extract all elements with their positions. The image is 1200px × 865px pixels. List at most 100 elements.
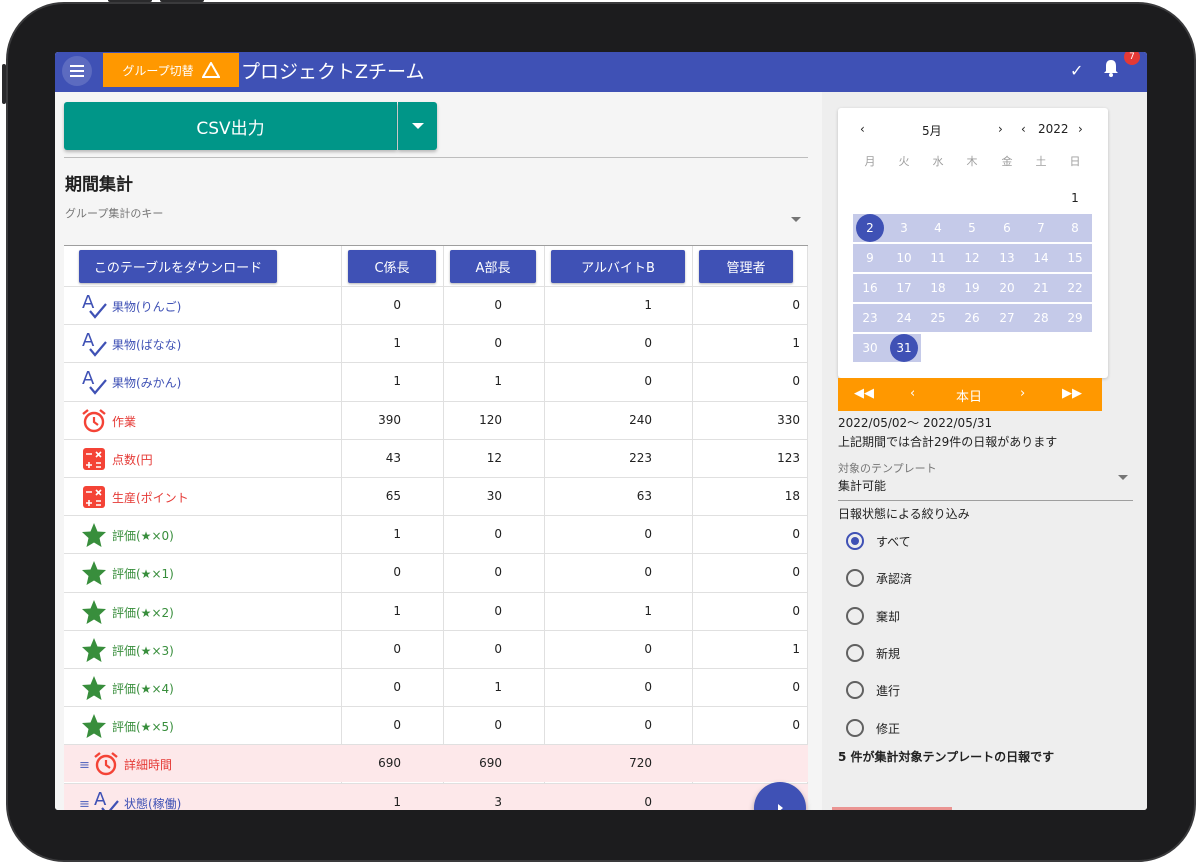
radio-button[interactable] <box>846 718 864 737</box>
calendar-day[interactable]: 1 <box>1058 183 1092 213</box>
calendar-day[interactable]: 9 <box>853 243 887 273</box>
radio-button[interactable] <box>846 681 864 700</box>
column-header[interactable]: C係長 <box>348 250 436 283</box>
download-table-button[interactable]: このテーブルをダウンロード <box>79 250 277 283</box>
calendar-day[interactable]: 18 <box>921 273 955 303</box>
calendar-day[interactable]: 11 <box>921 243 955 273</box>
calendar-day[interactable]: 21 <box>1024 273 1058 303</box>
app-screen: グループ切替 プロジェクトZチーム ✓ 7 CSV出力 期間集計 グループ集計の… <box>55 52 1147 810</box>
calendar-day[interactable]: 2 <box>853 213 887 243</box>
calendar-day[interactable]: 8 <box>1058 213 1092 243</box>
calendar-day[interactable]: 30 <box>853 333 887 363</box>
calendar-day[interactable]: 16 <box>853 273 887 303</box>
calendar-year[interactable]: 2022 <box>1038 122 1069 136</box>
calendar-day[interactable]: 19 <box>955 273 989 303</box>
radio-button[interactable] <box>846 569 864 588</box>
calendar-weekday: 月 <box>864 155 876 168</box>
table-row[interactable]: 評価(★×5) 0 0 0 0 <box>64 706 808 744</box>
calendar-day[interactable]: 3 <box>887 213 921 243</box>
status-filter-option[interactable]: 新規 <box>846 641 1046 665</box>
app-bar: グループ切替 プロジェクトZチーム ✓ 7 <box>55 52 1147 92</box>
status-filter-option[interactable]: 承認済 <box>846 566 1046 590</box>
radio-button[interactable] <box>846 532 864 550</box>
column-header[interactable]: 管理者 <box>699 250 793 283</box>
drag-handle-icon[interactable]: ≡ <box>79 797 90 810</box>
csv-export-button[interactable]: CSV出力 <box>64 102 397 150</box>
template-select-label: 対象のテンプレート <box>838 462 937 475</box>
bell-icon[interactable] <box>1102 58 1120 78</box>
drag-handle-icon[interactable]: ≡ <box>79 758 90 773</box>
table-row[interactable]: 作業 390 120 240 330 <box>64 400 808 439</box>
table-row[interactable]: 評価(★×4) 0 1 0 0 <box>64 668 808 706</box>
table-row[interactable]: 生産(ポイント 65 30 63 18 <box>64 477 808 515</box>
next-month-button[interactable]: › <box>998 122 1003 136</box>
status-filter-option[interactable]: 棄却 <box>846 604 1046 628</box>
table-row[interactable]: A 果物(みかん) 1 1 0 0 <box>64 362 808 400</box>
calendar-day[interactable]: 12 <box>955 243 989 273</box>
calendar-day[interactable]: 5 <box>955 213 989 243</box>
table-cell: 0 <box>792 680 800 694</box>
calendar-day[interactable]: 20 <box>990 273 1024 303</box>
calendar-day[interactable]: 26 <box>955 303 989 333</box>
calendar-day[interactable]: 29 <box>1058 303 1092 333</box>
table-row[interactable]: ≡ 詳細時間 690 690 720 <box>64 744 808 783</box>
menu-button[interactable] <box>62 56 92 86</box>
calendar-day[interactable]: 14 <box>1024 243 1058 273</box>
table-row[interactable]: 評価(★×1) 0 0 0 0 <box>64 553 808 591</box>
calendar-weekday: 日 <box>1069 155 1081 168</box>
calendar-day[interactable]: 31 <box>887 333 921 363</box>
radio-button[interactable] <box>846 643 864 662</box>
table-cell: 0 <box>644 718 652 733</box>
fast-forward-icon[interactable]: ▶▶ <box>1062 386 1082 401</box>
calendar-day[interactable]: 13 <box>990 243 1024 273</box>
calendar-day[interactable]: 7 <box>1024 213 1058 243</box>
next-year-button[interactable]: › <box>1078 122 1083 136</box>
table-row[interactable]: ≡A状態(稼働)1302 <box>64 782 808 810</box>
next-icon[interactable]: › <box>1020 386 1025 401</box>
radio-button[interactable] <box>846 606 864 625</box>
table-row[interactable]: A 果物(ばなな) 1 0 0 1 <box>64 324 808 362</box>
spellcheck-icon: A <box>92 789 120 810</box>
calendar-month[interactable]: 5月 <box>922 122 942 139</box>
table-cell: 0 <box>494 336 502 351</box>
group-key-select-arrow[interactable] <box>791 217 801 222</box>
prev-month-button[interactable]: ‹ <box>860 122 865 136</box>
calendar-day[interactable]: 10 <box>887 243 921 273</box>
calendar-day[interactable]: 6 <box>990 213 1024 243</box>
svg-text:A: A <box>82 330 95 351</box>
table-cell: 0 <box>393 298 401 312</box>
row-label: 詳細時間 <box>124 758 173 773</box>
status-filter-option[interactable]: 修正 <box>846 716 1046 740</box>
status-filter-option[interactable]: すべて <box>846 529 1046 553</box>
calendar-day[interactable]: 28 <box>1024 303 1058 333</box>
row-label: 評価(★×5) <box>112 720 174 735</box>
calendar-day[interactable]: 24 <box>887 303 921 333</box>
calendar-day[interactable]: 4 <box>921 213 955 243</box>
template-select-arrow[interactable] <box>1118 475 1128 480</box>
today-button[interactable]: 本日 <box>956 386 982 405</box>
table-row[interactable]: 評価(★×3) 0 0 0 1 <box>64 629 808 668</box>
group-switch-button[interactable]: グループ切替 <box>103 53 239 87</box>
column-header[interactable]: アルバイトB <box>551 250 685 283</box>
prev-icon[interactable]: ‹ <box>910 386 915 401</box>
csv-export-menu-button[interactable] <box>398 102 437 150</box>
table-row[interactable]: 評価(★×0) 1 0 0 0 <box>64 515 808 553</box>
row-label: 評価(★×2) <box>112 605 174 620</box>
calendar-day[interactable]: 22 <box>1058 273 1092 303</box>
calendar-day[interactable]: 15 <box>1058 243 1092 273</box>
check-icon[interactable]: ✓ <box>1070 61 1083 80</box>
column-header[interactable]: A部長 <box>450 250 536 283</box>
table-row[interactable]: A 果物(りんご) 0 0 1 0 <box>64 286 808 324</box>
calendar-day[interactable]: 23 <box>853 303 887 333</box>
template-select[interactable]: 集計可能 <box>838 477 886 494</box>
calendar-day[interactable]: 17 <box>887 273 921 303</box>
prev-year-button[interactable]: ‹ <box>1021 122 1026 136</box>
table-cell: 0 <box>494 527 502 542</box>
table-row[interactable]: 点数(円 43 12 223 123 <box>64 438 808 477</box>
calendar-day[interactable]: 25 <box>921 303 955 333</box>
table-cell: 123 <box>777 450 800 465</box>
calendar-day[interactable]: 27 <box>990 303 1024 333</box>
table-row[interactable]: 評価(★×2) 1 0 1 0 <box>64 591 808 630</box>
status-filter-option[interactable]: 進行 <box>846 678 1046 702</box>
fast-rewind-icon[interactable]: ◀◀ <box>854 386 874 401</box>
